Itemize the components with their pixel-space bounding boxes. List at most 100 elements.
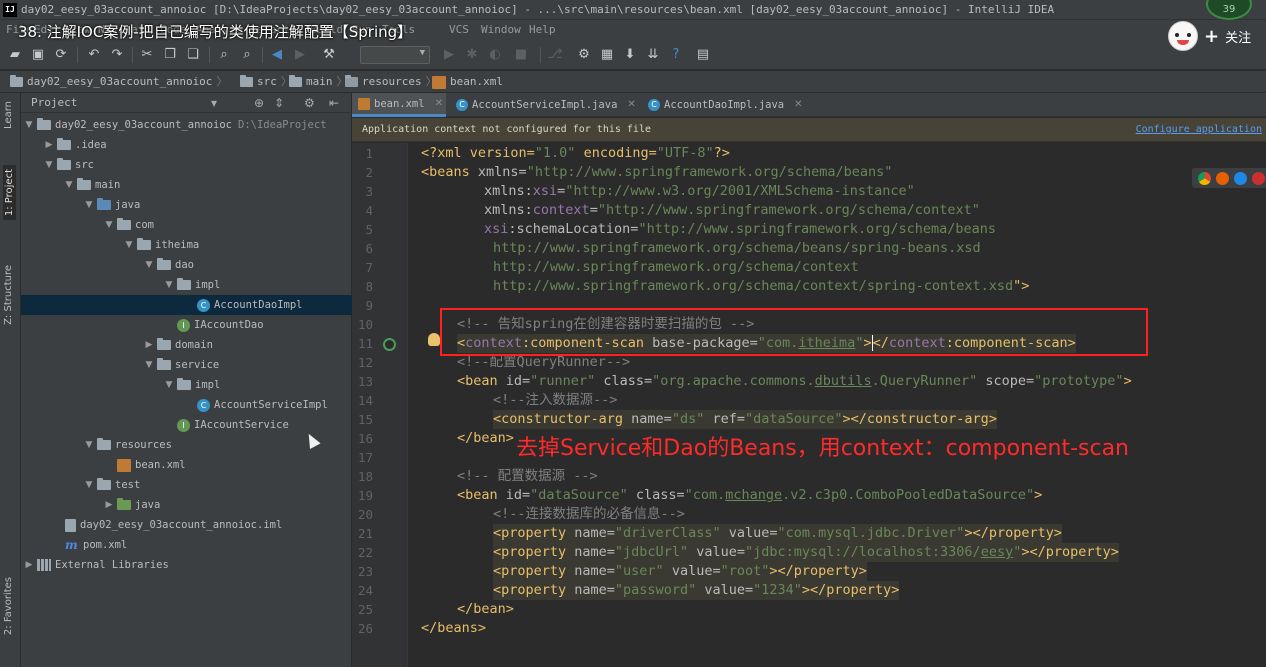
tab-bean-xml[interactable]: bean.xml ✕ [352, 93, 446, 117]
spring-bean-gutter-icon[interactable] [383, 338, 396, 351]
breadcrumb-project[interactable]: day02_eesy_03account_annoioc 〉 [10, 71, 227, 93]
chrome-icon[interactable] [1198, 171, 1211, 185]
expanded-arrow-icon[interactable]: ▼ [143, 355, 155, 375]
tree-item-iaccount-dao[interactable]: I IAccountDao [21, 315, 352, 335]
breadcrumb-src[interactable]: src 〉 [240, 71, 292, 93]
follow-widget[interactable]: + 关注 [1168, 20, 1266, 52]
expanded-arrow-icon[interactable]: ▼ [143, 255, 155, 275]
tree-item-iaccount-service[interactable]: I IAccountService [21, 415, 352, 435]
tree-item-account-dao-impl[interactable]: C AccountDaoImpl [21, 295, 352, 315]
copy-icon[interactable]: ❐ [161, 46, 179, 64]
tab-project[interactable]: 1: Project [3, 165, 16, 221]
run-icon[interactable]: ▶ [440, 46, 458, 64]
expanded-arrow-icon[interactable]: ▼ [83, 475, 95, 495]
tree-item-service[interactable]: ▼ service [21, 355, 352, 375]
project-panel-title[interactable]: Project [31, 93, 77, 113]
tab-account-service-impl[interactable]: C AccountServiceImpl.java ✕ [450, 93, 640, 117]
avatar[interactable] [1168, 21, 1198, 51]
build-icon[interactable]: ⚒ [320, 46, 338, 64]
expanded-arrow-icon[interactable]: ▼ [43, 155, 55, 175]
back-icon[interactable]: ◀ [268, 46, 286, 64]
tab-learn[interactable]: Learn [3, 101, 14, 129]
run-configuration-select[interactable]: ▼ [360, 46, 430, 64]
tree-item-external-libraries[interactable]: ▶ External Libraries [21, 555, 352, 575]
menu-window[interactable]: Window [481, 20, 521, 40]
save-all-icon[interactable]: ▣ [29, 46, 47, 64]
follow-plus-icon[interactable]: + [1204, 26, 1219, 47]
collapsed-arrow-icon[interactable]: ▶ [143, 335, 155, 355]
vcs-icon[interactable]: ⎇ [546, 46, 564, 64]
tree-item-dao-impl[interactable]: ▼ impl [21, 275, 352, 295]
sync-icon[interactable]: ⟳ [52, 46, 70, 64]
safari-icon[interactable] [1234, 171, 1247, 185]
project-structure-icon[interactable]: ▦ [598, 46, 616, 64]
hide-panel-icon[interactable]: ⇤ [329, 93, 339, 113]
paste-icon[interactable]: ❏ [184, 46, 202, 64]
sync-project-icon[interactable]: ⇊ [644, 46, 662, 64]
expanded-arrow-icon[interactable]: ▼ [123, 235, 135, 255]
tree-item-domain[interactable]: ▶ domain [21, 335, 352, 355]
settings-icon[interactable]: ⚙ [575, 46, 593, 64]
lightbulb-icon[interactable] [428, 333, 440, 346]
tab-favorites[interactable]: 2: Favorites [3, 577, 14, 635]
tree-item-test-java[interactable]: ▶ java [21, 495, 352, 515]
close-icon[interactable]: ✕ [627, 93, 635, 117]
undo-icon[interactable]: ↶ [85, 46, 103, 64]
cut-icon[interactable]: ✂ [138, 46, 156, 64]
breadcrumb-file[interactable]: bean.xml [432, 71, 503, 93]
replace-icon[interactable]: ⌕ [238, 46, 256, 64]
expanded-arrow-icon[interactable]: ▼ [83, 435, 95, 455]
terminal-icon[interactable]: ▤ [694, 46, 712, 64]
close-icon[interactable]: ✕ [435, 92, 443, 116]
menu-help[interactable]: Help [529, 20, 556, 40]
find-icon[interactable]: ⌕ [215, 46, 233, 64]
coverage-icon[interactable]: ◐ [486, 46, 504, 64]
tree-item-itheima[interactable]: ▼ itheima [21, 235, 352, 255]
expanded-arrow-icon[interactable]: ▼ [163, 375, 175, 395]
tree-item-test[interactable]: ▼ test [21, 475, 352, 495]
collapsed-arrow-icon[interactable]: ▶ [43, 135, 55, 155]
tab-account-dao-impl[interactable]: C AccountDaoImpl.java ✕ [642, 93, 808, 117]
firefox-icon[interactable] [1216, 171, 1229, 185]
configure-application-link[interactable]: Configure application [1136, 118, 1262, 142]
gear-icon[interactable]: ⚙ [304, 93, 315, 113]
expanded-arrow-icon[interactable]: ▼ [163, 275, 175, 295]
sdk-icon[interactable]: ⬇ [621, 46, 639, 64]
tree-item-main[interactable]: ▼ main [21, 175, 352, 195]
view-dropdown-icon[interactable]: ▾ [211, 93, 217, 113]
collapsed-arrow-icon[interactable]: ▶ [23, 555, 35, 575]
follow-button[interactable]: 关注 [1225, 27, 1251, 46]
expanded-arrow-icon[interactable]: ▼ [103, 215, 115, 235]
expanded-arrow-icon[interactable]: ▼ [83, 195, 95, 215]
locate-icon[interactable]: ⊕ [254, 93, 264, 113]
expanded-arrow-icon[interactable]: ▼ [23, 115, 35, 135]
tree-item-project-root[interactable]: ▼ day02_eesy_03account_annoioc D:\IdeaProj… [21, 115, 352, 135]
tree-item-iml[interactable]: day02_eesy_03account_annoioc.iml [21, 515, 352, 535]
forward-icon[interactable]: ▶ [291, 46, 309, 64]
help-icon[interactable]: ? [667, 46, 685, 64]
collapsed-arrow-icon[interactable]: ▶ [103, 495, 115, 515]
breadcrumb-main[interactable]: main 〉 [289, 71, 348, 93]
close-icon[interactable]: ✕ [794, 93, 802, 117]
tree-item-java[interactable]: ▼ java [21, 195, 352, 215]
tree-item-resources[interactable]: ▼ resources [21, 435, 352, 455]
opera-icon[interactable] [1252, 171, 1265, 185]
tree-item-src[interactable]: ▼ src [21, 155, 352, 175]
tree-item-idea[interactable]: ▶ .idea [21, 135, 352, 155]
tree-item-bean-xml[interactable]: bean.xml [21, 455, 352, 475]
code-editor[interactable]: <?xml version="1.0" encoding="UTF-8"?> <… [409, 143, 1266, 667]
menu-vcs[interactable]: VCS [449, 20, 469, 40]
tab-structure[interactable]: Z: Structure [3, 265, 14, 325]
redo-icon[interactable]: ↷ [108, 46, 126, 64]
debug-icon[interactable]: ✱ [463, 46, 481, 64]
tree-item-service-impl[interactable]: ▼ impl [21, 375, 352, 395]
open-folder-icon[interactable]: ▰ [6, 46, 24, 64]
breadcrumb-resources[interactable]: resources〉 [345, 71, 437, 93]
tree-item-dao[interactable]: ▼ dao [21, 255, 352, 275]
tree-item-com[interactable]: ▼ com [21, 215, 352, 235]
tree-item-pom[interactable]: m pom.xml [21, 535, 352, 555]
collapse-icon[interactable]: ⇕ [274, 93, 284, 113]
tree-item-account-service-impl[interactable]: C AccountServiceImpl [21, 395, 352, 415]
stop-icon[interactable]: ■ [512, 46, 530, 64]
expanded-arrow-icon[interactable]: ▼ [63, 175, 75, 195]
